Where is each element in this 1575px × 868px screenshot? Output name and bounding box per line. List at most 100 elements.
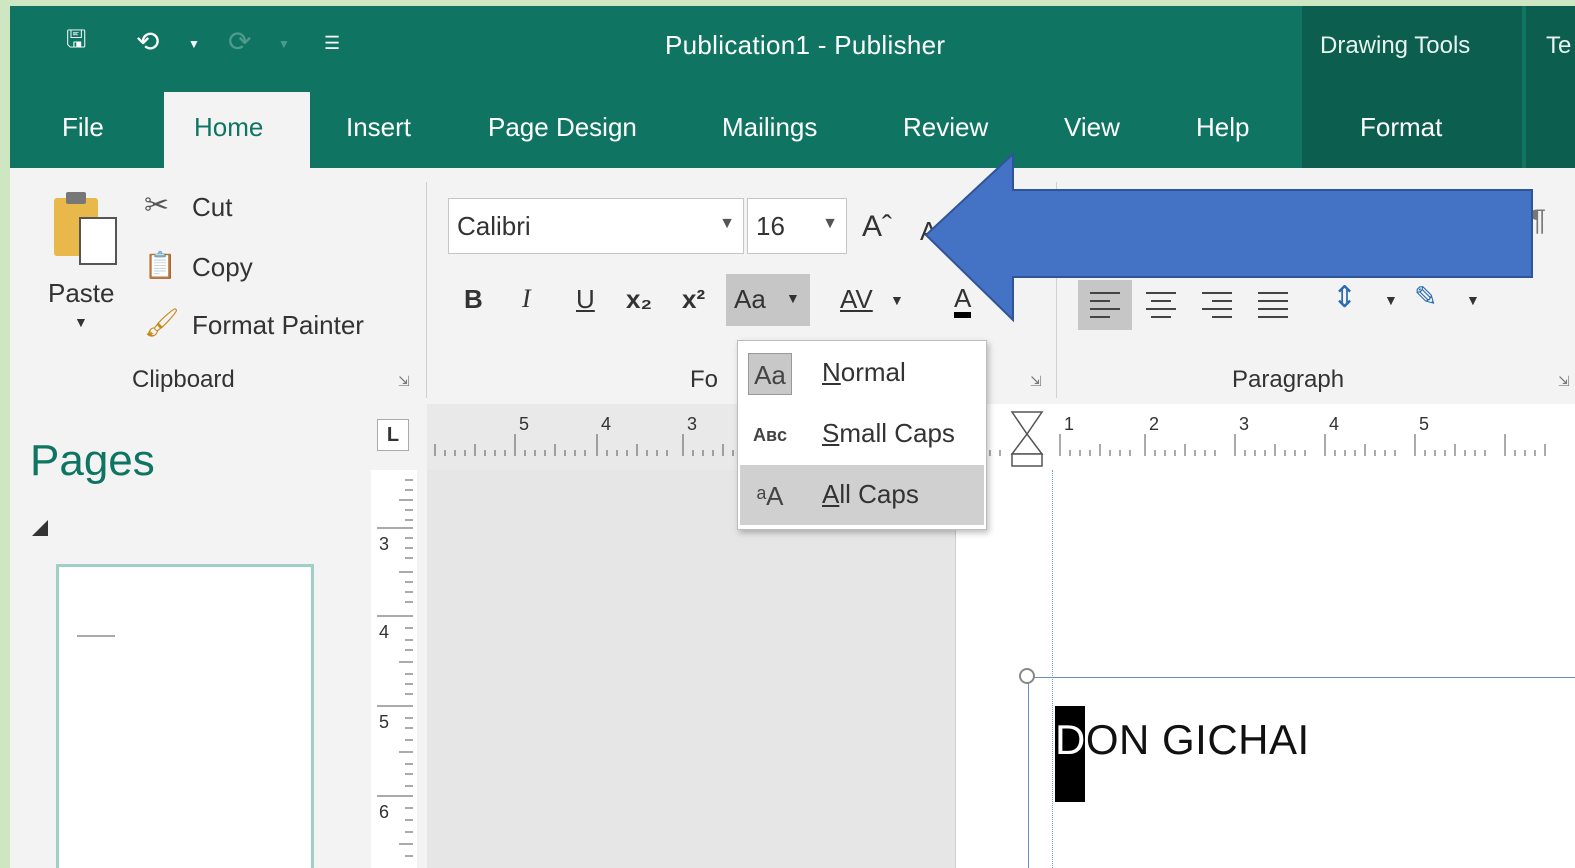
menu-item-normal[interactable]: Aa Normal xyxy=(740,343,984,403)
tab-view[interactable]: View xyxy=(1064,112,1120,143)
shading-dropdown-icon[interactable]: ▼ xyxy=(1466,292,1480,308)
align-right-button[interactable] xyxy=(1190,280,1244,330)
tab-help[interactable]: Help xyxy=(1196,112,1249,143)
undo-dropdown-icon[interactable]: ▼ xyxy=(188,38,200,50)
ruler-ticks-right xyxy=(979,411,1546,467)
cut-button[interactable]: ✂ Cut xyxy=(144,184,264,228)
first-line-indent-marker[interactable] xyxy=(1010,411,1044,436)
font-group-label: Fo xyxy=(690,366,719,393)
accelerator-key: S xyxy=(822,418,840,448)
font-name-value: Calibri xyxy=(457,211,531,241)
accelerator-key: A xyxy=(822,479,840,509)
align-center-icon xyxy=(1146,292,1176,324)
vertical-ruler-strip: 3 4 5 6 xyxy=(371,470,417,868)
text-tools-context-header: Te xyxy=(1526,6,1575,90)
cut-label: Cut xyxy=(192,192,233,222)
bold-button[interactable]: B xyxy=(464,284,483,315)
font-launcher-icon[interactable]: ⇲ xyxy=(1030,373,1042,390)
font-color-button[interactable]: A xyxy=(954,284,972,318)
group-divider xyxy=(1056,182,1057,398)
copy-icon: 📋 xyxy=(144,250,177,280)
page-thumbnail[interactable] xyxy=(56,564,314,868)
publisher-window: 🖫 ⟲ ▼ ⟳ ▼ ☰ Publication1 - Publisher Dra… xyxy=(10,6,1575,868)
publication-page[interactable]: DON GICHAI D xyxy=(955,470,1575,868)
label-rest: ll Caps xyxy=(839,479,919,509)
hanging-indent-marker[interactable] xyxy=(1010,432,1044,455)
paste-button[interactable]: Paste ▼ xyxy=(46,188,122,348)
paragraph-launcher-icon[interactable]: ⇲ xyxy=(1558,373,1570,390)
change-case-label: Aa xyxy=(734,284,766,314)
underline-button[interactable]: U xyxy=(576,284,595,315)
tab-home-label: Home xyxy=(194,112,264,142)
change-case-button[interactable]: Aa ▼ xyxy=(726,274,810,326)
format-painter-label: Format Painter xyxy=(192,310,364,340)
format-painter-icon: 🖌 xyxy=(144,307,180,338)
character-spacing-button[interactable]: AV xyxy=(840,284,873,315)
tab-review[interactable]: Review xyxy=(903,112,988,143)
ruler-number: 4 xyxy=(601,414,612,434)
rotation-handle[interactable] xyxy=(1019,668,1035,684)
text-box[interactable]: DON GICHAI D xyxy=(1019,668,1575,868)
font-name-dropdown-icon[interactable]: ▼ xyxy=(719,215,735,233)
paste-dropdown-icon[interactable]: ▼ xyxy=(74,314,88,330)
menu-item-all-caps[interactable]: ᵃA All Caps xyxy=(740,465,984,525)
save-icon[interactable]: 🖫 xyxy=(66,28,86,52)
font-name-box[interactable]: Calibri ▼ xyxy=(448,198,744,254)
canvas-area[interactable]: DON GICHAI D xyxy=(427,470,1575,868)
tab-insert[interactable]: Insert xyxy=(346,112,411,143)
align-left-button[interactable] xyxy=(1078,280,1132,330)
tab-page-design[interactable]: Page Design xyxy=(488,112,637,143)
ruler-number: 3 xyxy=(1239,414,1250,434)
group-divider xyxy=(426,182,427,398)
ruler-margin-area: 1 2 3 4 5 xyxy=(960,404,1575,470)
shading-icon[interactable]: ✎ xyxy=(1414,280,1437,313)
line-spacing-dropdown-icon[interactable]: ▼ xyxy=(1384,292,1398,308)
menu-item-small-caps[interactable]: Aʙᴄ Small Caps xyxy=(740,404,984,464)
ruler-number: 2 xyxy=(1149,414,1160,434)
window-title: Publication1 - Publisher xyxy=(665,30,946,60)
shrink-font-icon[interactable]: A xyxy=(920,216,937,247)
tab-stop-selector[interactable]: L xyxy=(377,419,409,451)
line-spacing-icon[interactable]: ⇕ xyxy=(1332,280,1357,315)
clipboard-launcher-icon[interactable]: ⇲ xyxy=(398,373,410,390)
selected-letter: D xyxy=(1055,716,1086,763)
change-case-menu: Aa Normal Aʙᴄ Small Caps ᵃA All Caps xyxy=(737,340,987,530)
italic-button[interactable]: I xyxy=(522,284,531,314)
ruler-number: 6 xyxy=(379,802,390,822)
clipboard-group-label: Clipboard xyxy=(132,366,235,393)
collapse-triangle-icon[interactable] xyxy=(32,520,48,536)
undo-icon[interactable]: ⟲ xyxy=(136,28,159,56)
text-box-content[interactable]: DON GICHAI xyxy=(1055,716,1310,764)
tab-file[interactable]: File xyxy=(62,112,104,143)
format-painter-button[interactable]: 🖌 Format Painter xyxy=(144,302,404,346)
subscript-button[interactable]: x₂ xyxy=(626,284,652,315)
all-caps-icon: ᵃA xyxy=(756,481,784,511)
grow-font-icon[interactable]: Aˆ xyxy=(862,210,892,244)
tab-mailings[interactable]: Mailings xyxy=(722,112,817,143)
normal-case-icon: Aa xyxy=(748,353,792,395)
tab-format[interactable]: Format xyxy=(1302,90,1522,168)
small-caps-icon: Aʙᴄ xyxy=(752,425,788,445)
align-right-icon xyxy=(1202,292,1232,324)
align-center-button[interactable] xyxy=(1134,280,1188,330)
redo-icon: ⟳ xyxy=(228,26,252,57)
tab-text-format[interactable] xyxy=(1526,90,1575,168)
font-size-dropdown-icon[interactable]: ▼ xyxy=(822,215,838,233)
font-size-box[interactable]: 16 ▼ xyxy=(747,198,847,254)
justify-button[interactable] xyxy=(1246,280,1300,330)
left-indent-marker[interactable] xyxy=(1011,453,1043,467)
tab-home[interactable]: Home xyxy=(164,92,310,168)
redo-dropdown-icon: ▼ xyxy=(278,37,290,51)
paragraph-marks-icon[interactable]: ¶ xyxy=(1530,204,1546,238)
customize-qat-icon[interactable]: ☰ xyxy=(324,34,340,52)
vertical-ruler[interactable]: 3 4 5 6 xyxy=(365,470,427,868)
character-spacing-dropdown-icon[interactable]: ▼ xyxy=(890,292,904,308)
change-case-dropdown-icon[interactable]: ▼ xyxy=(786,290,800,306)
horizontal-ruler[interactable]: 5 4 3 1 2 3 4 5 xyxy=(427,404,1575,471)
copy-button[interactable]: 📋 Copy xyxy=(144,244,284,288)
ruler-number: 5 xyxy=(1419,414,1430,434)
superscript-button[interactable]: x² xyxy=(682,284,705,315)
paste-label: Paste xyxy=(48,278,115,308)
menu-item-normal-label: Normal xyxy=(822,357,906,388)
ruler-number: 1 xyxy=(1064,414,1075,434)
